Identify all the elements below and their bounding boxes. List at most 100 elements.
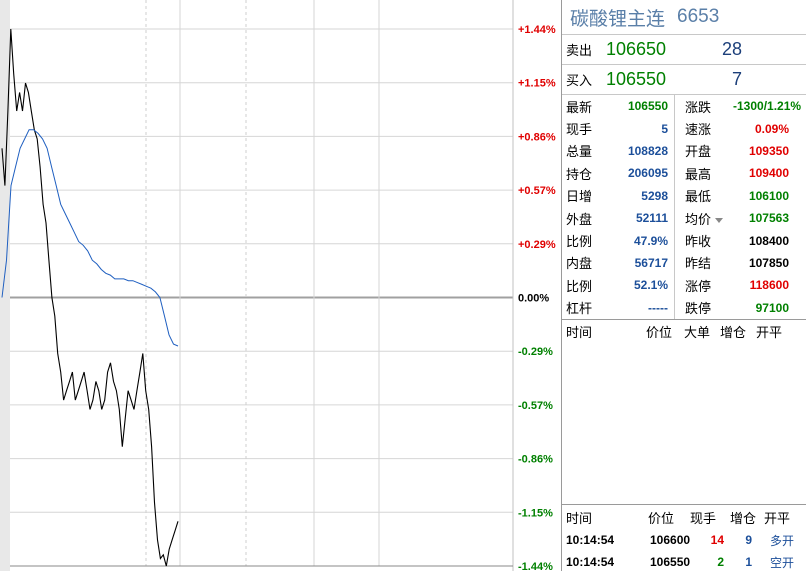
stat-row: 比例 47.9% 昨收 108400 (562, 229, 806, 252)
pct-tick-label: -0.86% (518, 454, 553, 466)
trade-time: 10:14:54 (566, 533, 615, 547)
trade-price: 106600 (650, 533, 691, 547)
stat-label: 内盘 (566, 257, 593, 273)
average-price-line (1, 129, 179, 347)
stat-label: 外盘 (566, 212, 593, 228)
trade-row: 10:14:54 106600 14 9 多开 (562, 529, 806, 551)
stat-value: 47.9% (633, 233, 668, 248)
stat-row: 最新 106550 涨跌 -1300/1.21% (562, 95, 806, 118)
stat-value: ----- (648, 300, 668, 315)
big-order-header: 时间 价位 大单 增仓 开平 (562, 320, 806, 344)
stat-value: 107563 (748, 211, 789, 226)
stat-label: 总量 (566, 145, 593, 161)
pct-tick-label: 0.00% (518, 293, 549, 305)
pct-tick-label: -1.15% (518, 507, 553, 519)
trade-row: 10:14:54 106550 2 1 空开 (562, 551, 806, 573)
stat-row: 外盘 52111 均价 107563 (562, 206, 806, 230)
stat-label: 昨结 (685, 257, 712, 273)
stat-value: 5 (661, 121, 668, 136)
stat-value: 106550 (627, 99, 668, 114)
pct-tick-label: +0.86% (518, 131, 556, 143)
col-oi: 增仓 (730, 511, 757, 527)
stat-row: 持仓 206095 最高 109400 (562, 162, 806, 185)
stat-label: 昨收 (685, 235, 712, 251)
trade-header: 时间 价位 现手 增仓 开平 (562, 505, 806, 529)
trade-price: 106550 (650, 555, 691, 569)
stat-value: 108400 (748, 233, 789, 248)
intraday-chart[interactable]: +1.44% +1.15% +0.86% +0.57% +0.29% 0.00% -0.29… (0, 0, 559, 571)
stat-label: 最新 (566, 100, 593, 116)
stat-label: 比例 (566, 235, 593, 251)
trade-ticker: 时间 价位 现手 增仓 开平 10:14:54 106600 14 9 多开 10:14:… (562, 504, 806, 573)
stat-value: 56717 (634, 255, 668, 270)
buy-price: 106550 (606, 69, 667, 89)
col-price: 价位 (648, 511, 675, 527)
stat-label: 最低 (685, 190, 712, 206)
stat-value: 107850 (748, 255, 789, 270)
trade-oi: 9 (745, 533, 752, 547)
trade-time: 10:14:54 (566, 555, 615, 569)
stat-value: 97100 (755, 300, 789, 315)
col-type: 开平 (764, 511, 791, 527)
col-time: 时间 (566, 511, 593, 527)
buy-label: 买入 (566, 74, 593, 89)
trade-volume: 2 (717, 555, 724, 569)
pct-tick-label: +1.44% (518, 24, 556, 36)
instrument-code: 6653 (677, 6, 720, 27)
stat-label: 比例 (566, 279, 593, 295)
stat-value: -1300/1.21% (733, 99, 802, 114)
sell-label: 卖出 (566, 44, 593, 59)
col-type: 开平 (756, 326, 783, 342)
chart-canvas: +1.44% +1.15% +0.86% +0.57% +0.29% 0.00% -0.29… (0, 0, 556, 571)
stat-row: 总量 108828 开盘 109350 (562, 139, 806, 163)
pct-tick-label: +0.29% (518, 239, 556, 251)
pct-tick-label: -1.44% (518, 561, 553, 571)
stat-label: 涨跌 (685, 100, 712, 116)
sell-row: 卖出 106650 28 (562, 35, 806, 65)
quote-panel: 碳酸锂主连 6653 卖出 106650 28 买入 106550 7 最新 10… (561, 0, 806, 571)
stat-value: 109400 (748, 166, 789, 181)
trade-list: 10:14:54 106600 14 9 多开 10:14:54 106550 2 1 空开 (562, 529, 806, 573)
stat-row: 杠杆 ----- 跌停 97100 (562, 296, 806, 319)
trade-type: 多开 (769, 533, 794, 548)
stat-label: 涨停 (685, 279, 712, 295)
stat-label: 均价 (675, 209, 733, 228)
pct-tick-label: +0.57% (518, 185, 556, 197)
stat-value: 106100 (748, 188, 789, 203)
stat-row: 比例 52.1% 涨停 118600 (562, 274, 806, 297)
pct-tick-label: +1.15% (518, 78, 556, 90)
stat-value: 118600 (749, 278, 789, 293)
stat-value: 108828 (627, 143, 668, 158)
dropdown-arrow-icon[interactable] (715, 217, 724, 223)
stat-label: 开盘 (685, 145, 712, 161)
stat-row: 日增 5298 最低 106100 (562, 184, 806, 207)
stat-value: 52111 (635, 211, 668, 226)
pct-tick-label: -0.57% (518, 400, 553, 412)
stat-label: 持仓 (566, 167, 593, 183)
buy-qty: 7 (731, 69, 742, 89)
stats-table: 最新 106550 涨跌 -1300/1.21% 现手 5 速涨 0.09% 总量 108828 开… (562, 95, 806, 320)
trade-oi: 1 (745, 555, 752, 569)
stat-value: 206095 (627, 166, 668, 181)
stat-row: 内盘 56717 昨结 107850 (562, 251, 806, 275)
sell-price: 106650 (606, 39, 667, 59)
stat-label: 跌停 (685, 302, 712, 318)
stat-row: 现手 5 速涨 0.09% (562, 117, 806, 140)
instrument-name: 碳酸锂主连 (570, 7, 666, 30)
col-oi: 增仓 (720, 326, 747, 342)
trade-type: 空开 (769, 555, 794, 570)
pct-tick-label: -0.29% (518, 346, 553, 358)
stat-value: 0.09% (754, 121, 789, 136)
sell-qty: 28 (721, 39, 742, 59)
col-big: 大单 (684, 326, 711, 342)
stat-label: 最高 (685, 167, 712, 183)
stat-value: 109350 (748, 143, 789, 158)
col-price: 价位 (646, 326, 673, 342)
stat-label: 速涨 (685, 123, 712, 139)
stat-value: 52.1% (633, 278, 668, 293)
stat-value: 5298 (641, 188, 668, 203)
buy-row: 买入 106550 7 (562, 65, 806, 95)
instrument-title-bar: 碳酸锂主连 6653 (562, 0, 806, 35)
stat-label: 杠杆 (566, 302, 593, 318)
trade-volume: 14 (710, 533, 724, 547)
